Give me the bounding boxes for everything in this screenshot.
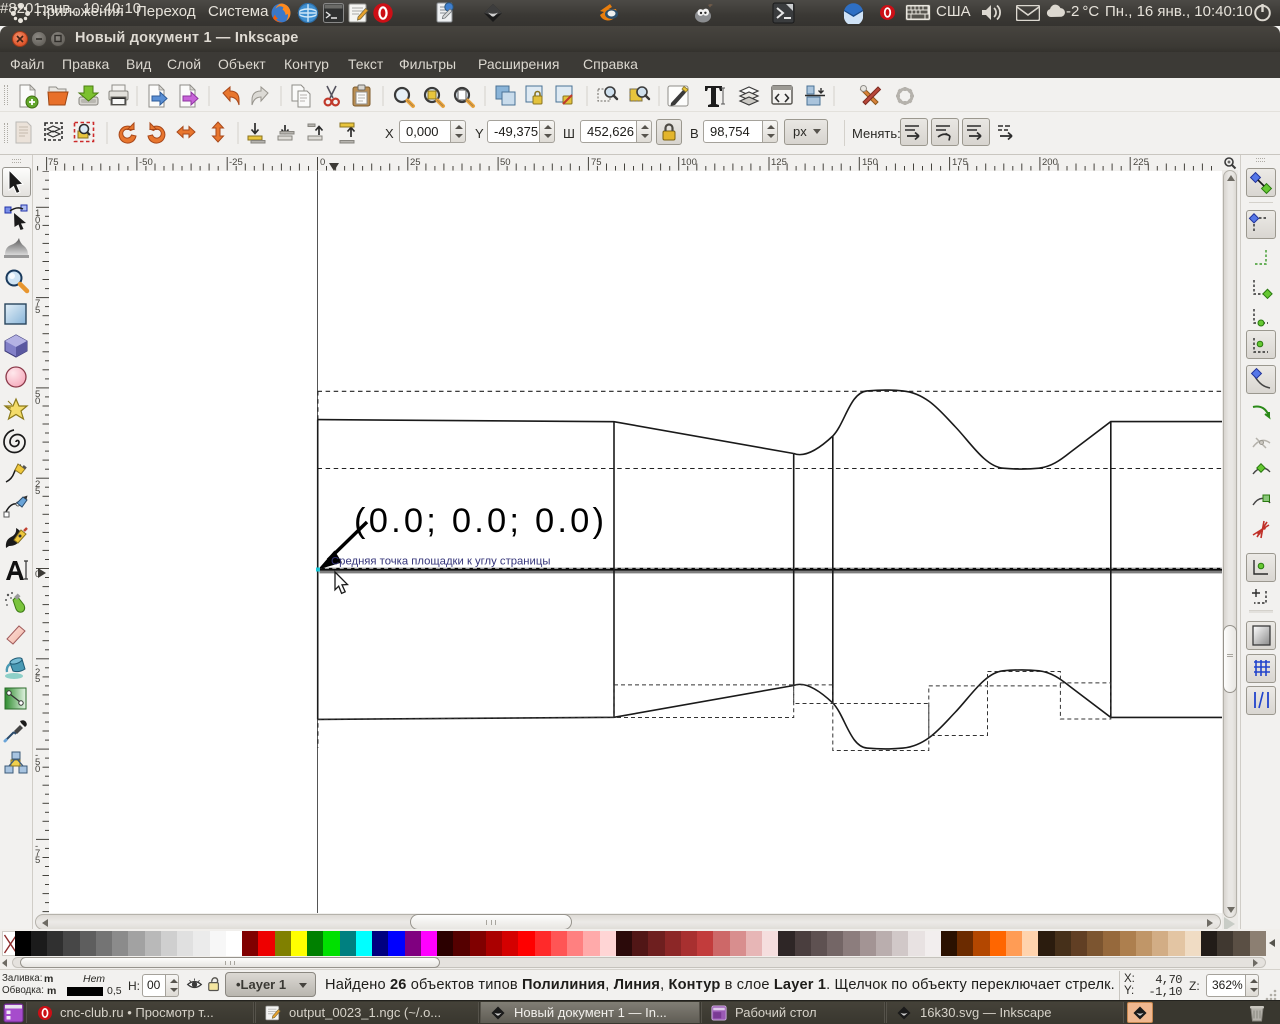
svg-text:Средняя точка площадки к углу: Средняя точка площадки к углу страницы — [331, 555, 550, 567]
svg-text:(0.0; 0.0; 0.0): (0.0; 0.0; 0.0) — [354, 502, 607, 540]
